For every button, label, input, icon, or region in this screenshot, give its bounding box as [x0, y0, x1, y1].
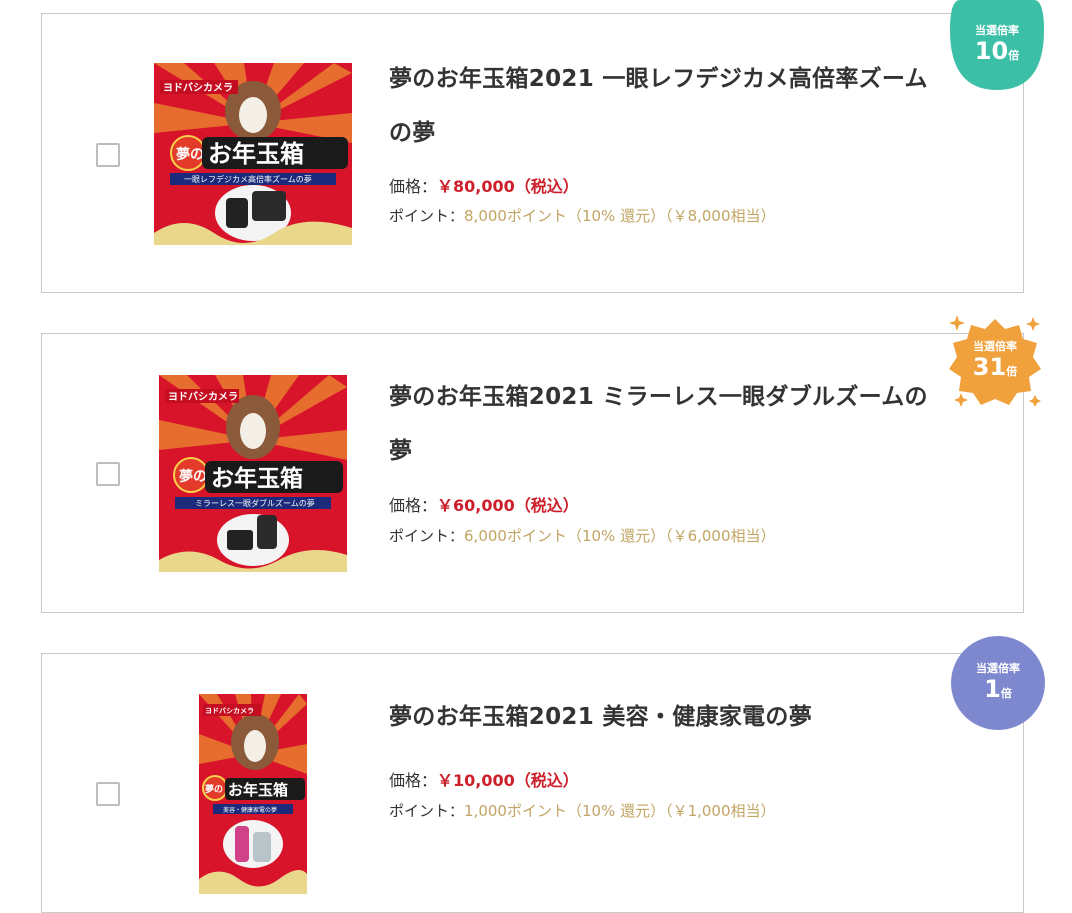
image-banner-text: ミラーレス一眼ダブルズームの夢 — [195, 498, 315, 508]
box-title-art: お年玉箱 — [228, 781, 288, 799]
product-card: ヨドバシカメラ 夢の お年玉箱 ミラーレス一眼ダブルズームの夢 夢のお年玉箱20… — [41, 333, 1024, 613]
price-value: ￥60,000（税込） — [437, 496, 579, 515]
product-image[interactable]: ヨドバシカメラ 夢の お年玉箱 一眼レフデジカメ高倍率ズームの夢 — [154, 63, 352, 245]
points-row: ポイント：1,000ポイント（10% 還元）（￥1,000相当） — [389, 800, 776, 821]
box-title-art: お年玉箱 — [211, 465, 303, 492]
odds-badge: 当選倍率 10倍 — [950, 0, 1044, 90]
product-image[interactable]: ヨドバシカメラ 夢の お年玉箱 美容・健康家電の夢 — [199, 694, 307, 894]
image-banner-text: 美容・健康家電の夢 — [223, 806, 277, 814]
yume-mark: 夢の — [179, 468, 207, 485]
product-title[interactable]: 夢のお年玉箱2021 ミラーレス一眼ダブルズームの夢 — [389, 370, 949, 478]
points-value: 1,000ポイント（10% 還元）（￥1,000相当） — [464, 802, 776, 820]
price-row: 価格：￥60,000（税込） — [389, 492, 579, 516]
price-row: 価格：￥80,000（税込） — [389, 173, 579, 197]
select-checkbox[interactable] — [96, 782, 120, 806]
price-label: 価格： — [389, 771, 438, 790]
points-label: ポイント： — [389, 207, 465, 225]
points-value: 6,000ポイント（10% 還元）（￥6,000相当） — [464, 527, 776, 545]
lucky-box-image: ヨドバシカメラ 夢の お年玉箱 一眼レフデジカメ高倍率ズームの夢 — [154, 63, 352, 245]
points-label: ポイント： — [389, 802, 465, 820]
brand-logo-text: ヨドバシカメラ — [205, 707, 254, 715]
yume-mark: 夢の — [205, 783, 223, 795]
badge-label: 当選倍率 — [976, 661, 1020, 675]
select-checkbox[interactable] — [96, 143, 120, 167]
badge-label: 当選倍率 — [975, 23, 1019, 37]
price-row: 価格：￥10,000（税込） — [389, 767, 579, 791]
odds-badge: 当選倍率 31倍 — [947, 313, 1043, 409]
points-label: ポイント： — [389, 527, 465, 545]
brand-logo-text: ヨドバシカメラ — [163, 82, 233, 94]
brand-logo-text: ヨドバシカメラ — [168, 391, 238, 403]
points-row: ポイント：6,000ポイント（10% 還元）（￥6,000相当） — [389, 525, 776, 546]
price-value: ￥10,000（税込） — [437, 771, 579, 790]
odds-badge: 当選倍率 1倍 — [951, 636, 1045, 730]
lucky-box-image: ヨドバシカメラ 夢の お年玉箱 美容・健康家電の夢 — [199, 694, 307, 894]
badge-unit: 倍 — [1008, 48, 1020, 62]
price-label: 価格： — [389, 177, 438, 196]
product-title[interactable]: 夢のお年玉箱2021 美容・健康家電の夢 — [389, 690, 949, 744]
product-card: ヨドバシカメラ 夢の お年玉箱 一眼レフデジカメ高倍率ズームの夢 夢のお年玉箱2… — [41, 13, 1024, 293]
price-value: ￥80,000（税込） — [437, 177, 579, 196]
points-row: ポイント：8,000ポイント（10% 還元）（￥8,000相当） — [389, 205, 776, 226]
badge-number: 10 — [974, 36, 1009, 65]
badge-number: 31 — [972, 352, 1007, 381]
badge-unit: 倍 — [1000, 686, 1012, 700]
price-label: 価格： — [389, 496, 438, 515]
product-image[interactable]: ヨドバシカメラ 夢の お年玉箱 ミラーレス一眼ダブルズームの夢 — [159, 375, 347, 572]
image-banner-text: 一眼レフデジカメ高倍率ズームの夢 — [184, 174, 312, 184]
product-card: ヨドバシカメラ 夢の お年玉箱 美容・健康家電の夢 夢のお年玉箱2021 美容・… — [41, 653, 1024, 913]
badge-number: 1 — [984, 674, 1001, 703]
select-checkbox[interactable] — [96, 462, 120, 486]
points-value: 8,000ポイント（10% 還元）（￥8,000相当） — [464, 207, 776, 225]
yume-mark: 夢の — [176, 146, 204, 163]
badge-label: 当選倍率 — [973, 339, 1017, 353]
product-title[interactable]: 夢のお年玉箱2021 一眼レフデジカメ高倍率ズームの夢 — [389, 52, 949, 160]
badge-unit: 倍 — [1006, 364, 1018, 378]
lucky-box-image: ヨドバシカメラ 夢の お年玉箱 ミラーレス一眼ダブルズームの夢 — [159, 375, 347, 572]
box-title-art: お年玉箱 — [208, 140, 304, 168]
